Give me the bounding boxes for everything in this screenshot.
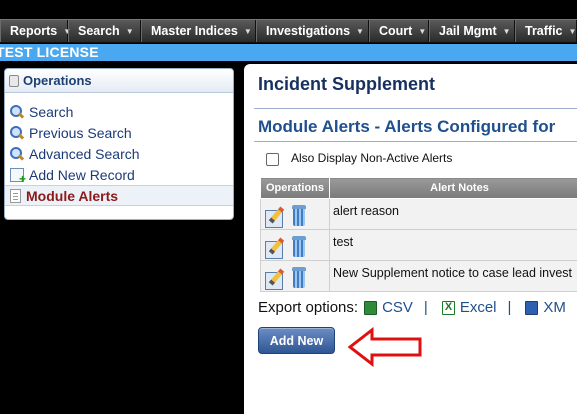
nav-jail-mgmt[interactable]: Jail Mgmt▼ (429, 20, 515, 42)
excel-file-icon (442, 301, 455, 315)
non-active-alerts-checkbox[interactable] (266, 153, 279, 166)
operations-sidebar: Operations Search Previous Search Advanc… (4, 68, 234, 220)
operations-cell (261, 261, 330, 292)
edit-icon[interactable] (264, 236, 288, 258)
add-new-button[interactable]: Add New (258, 327, 335, 354)
export-label: Export options: (258, 299, 358, 316)
dropdown-caret-icon: ▼ (418, 27, 426, 36)
xml-file-icon (525, 301, 538, 315)
alerts-table: Operations Alert Notes alert reason (260, 177, 577, 292)
sidebar-item-module-alerts[interactable]: Module Alerts (5, 185, 233, 206)
edit-icon[interactable] (264, 267, 288, 289)
nav-reports[interactable]: Reports▼ (0, 20, 68, 42)
magnifier-icon (10, 105, 24, 119)
title-divider (254, 108, 577, 109)
edit-icon[interactable] (264, 205, 288, 227)
export-separator: | (508, 299, 512, 316)
dropdown-caret-icon: ▼ (503, 27, 511, 36)
table-header-row: Operations Alert Notes (261, 178, 577, 199)
alert-note-cell: New Supplement notice to case lead inves… (330, 261, 577, 292)
panel-icon (9, 75, 19, 87)
alert-note-cell: alert reason (330, 199, 577, 230)
dropdown-caret-icon: ▼ (569, 27, 577, 36)
operations-cell (261, 199, 330, 230)
annotation-arrow-icon (348, 327, 424, 367)
top-navigation-bar: Reports▼ Search▼ Master Indices▼ Investi… (0, 19, 577, 43)
export-options: Export options: CSV | Excel | XM (258, 299, 566, 316)
nav-court[interactable]: Court▼ (369, 20, 429, 42)
section-divider (254, 141, 577, 142)
column-header-operations: Operations (261, 178, 330, 199)
nav-traffic[interactable]: Traffic▼ (515, 20, 577, 42)
dropdown-caret-icon: ▼ (356, 27, 364, 36)
dropdown-caret-icon: ▼ (244, 27, 252, 36)
checkbox-label: Also Display Non-Active Alerts (291, 151, 452, 165)
export-excel-link[interactable]: Excel (442, 299, 497, 316)
sidebar-title: Operations (23, 73, 92, 88)
page-title: Incident Supplement (258, 74, 435, 95)
section-title: Module Alerts - Alerts Configured for (258, 117, 555, 137)
sidebar-header: Operations (5, 69, 233, 93)
document-icon (10, 189, 21, 203)
table-row: test (261, 230, 577, 261)
magnifier-icon (10, 147, 24, 161)
add-record-icon (10, 168, 24, 182)
table-row: New Supplement notice to case lead inves… (261, 261, 577, 292)
export-csv-link[interactable]: CSV (364, 299, 413, 316)
dropdown-caret-icon: ▼ (126, 27, 134, 36)
sidebar-item-advanced-search[interactable]: Advanced Search (5, 143, 233, 164)
nav-search[interactable]: Search▼ (68, 20, 141, 42)
column-header-alert-notes: Alert Notes (330, 178, 577, 199)
nav-master-indices[interactable]: Master Indices▼ (141, 20, 256, 42)
trash-icon[interactable] (290, 204, 308, 228)
sidebar-menu: Search Previous Search Advanced Search A… (5, 93, 233, 206)
alert-note-cell: test (330, 230, 577, 261)
table-row: alert reason (261, 199, 577, 230)
nav-investigations[interactable]: Investigations▼ (256, 20, 369, 42)
export-separator: | (424, 299, 428, 316)
sidebar-item-search[interactable]: Search (5, 101, 233, 122)
sidebar-item-add-new-record[interactable]: Add New Record (5, 164, 233, 185)
trash-icon[interactable] (290, 235, 308, 259)
trash-icon[interactable] (290, 266, 308, 290)
sidebar-item-previous-search[interactable]: Previous Search (5, 122, 233, 143)
non-active-alerts-option: Also Display Non-Active Alerts (266, 150, 452, 166)
csv-file-icon (364, 301, 377, 315)
export-xml-link[interactable]: XM (525, 299, 566, 316)
magnifier-icon (10, 126, 24, 140)
license-banner: TEST LICENSE (0, 44, 577, 61)
operations-cell (261, 230, 330, 261)
